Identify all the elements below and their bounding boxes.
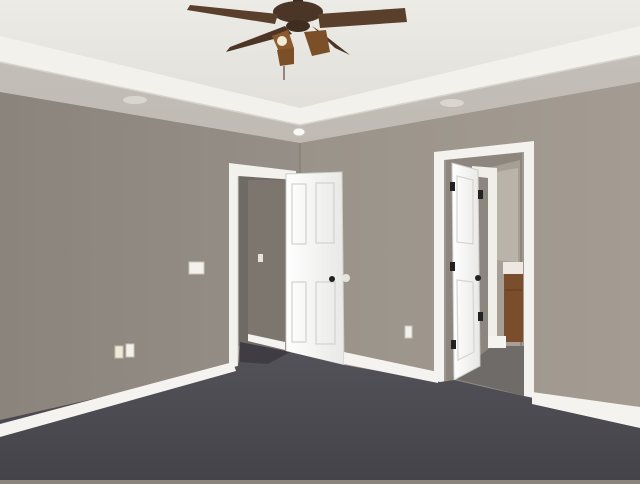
doorway-closet <box>229 163 350 372</box>
electrical-outlet-right <box>404 325 413 339</box>
room-illustration <box>0 0 640 480</box>
electrical-outlet-icon <box>114 345 124 359</box>
bedroom-photo <box>0 0 640 480</box>
cable-outlet <box>125 343 135 358</box>
smoke-detector <box>292 127 306 137</box>
doorway-bathroom <box>434 141 534 403</box>
recessed-light-right <box>440 99 464 107</box>
recessed-light-left <box>123 96 147 104</box>
bathroom-vanity <box>504 274 523 342</box>
bathroom-door <box>451 162 481 381</box>
door-stop <box>342 274 350 282</box>
hall-switch <box>258 254 263 262</box>
light-switch-icon <box>188 261 205 275</box>
